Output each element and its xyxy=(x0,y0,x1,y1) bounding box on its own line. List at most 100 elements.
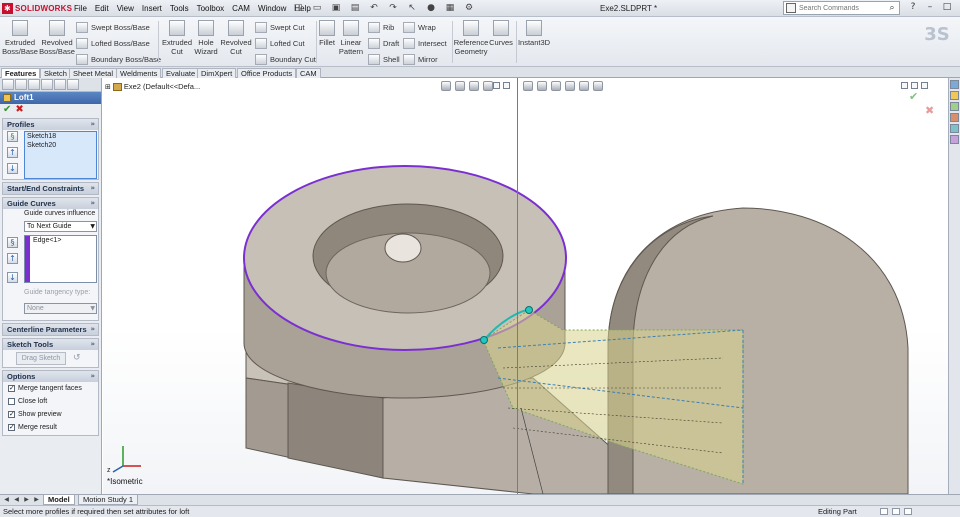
show-preview-checkbox[interactable]: ✓ xyxy=(8,411,15,418)
extruded-boss-button[interactable]: Extruded Boss/Base xyxy=(0,20,40,56)
move-up-icon[interactable]: ↑ xyxy=(7,147,18,158)
collapse-chevron-icon[interactable]: » xyxy=(90,198,95,209)
collapse-chevron-icon[interactable]: » xyxy=(90,371,95,382)
part-model-scene[interactable] xyxy=(103,78,948,494)
units-icon[interactable] xyxy=(892,508,900,515)
menu-tools[interactable]: Tools xyxy=(166,2,193,15)
guide-curves-selection-list[interactable]: Edge<1> xyxy=(24,235,97,283)
undo-icon[interactable]: ↶ xyxy=(366,2,382,14)
centerline-heading[interactable]: Centerline Parameters » xyxy=(3,324,98,335)
help-status-icon[interactable] xyxy=(904,508,912,515)
filter-icon[interactable] xyxy=(67,79,79,90)
close-loft-checkbox[interactable] xyxy=(8,398,15,405)
section-view-icon[interactable] xyxy=(483,81,493,91)
undo-sketch-icon[interactable]: ↺ xyxy=(73,353,81,363)
solidworks-resources-icon[interactable] xyxy=(950,80,959,89)
previous-view-icon[interactable] xyxy=(469,81,479,91)
first-tab-arrow-icon[interactable]: ◀ xyxy=(2,496,11,504)
open-folder-icon[interactable]: ▭ xyxy=(309,2,325,14)
menu-toolbox[interactable]: Toolbox xyxy=(193,2,229,15)
next-tab-arrow-icon[interactable]: ▶ xyxy=(22,496,31,504)
custom-properties-icon[interactable] xyxy=(950,135,959,144)
search-scope-icon[interactable] xyxy=(786,3,796,13)
menu-file[interactable]: File xyxy=(70,2,91,15)
merge-tangent-faces-row[interactable]: ✓ Merge tangent faces xyxy=(3,382,98,395)
prev-tab-arrow-icon[interactable]: ◀ xyxy=(12,496,21,504)
options-gear-icon[interactable]: ⚙ xyxy=(461,2,477,14)
tab-sketch[interactable]: Sketch xyxy=(40,68,71,78)
cancel-x-icon[interactable]: ✖ xyxy=(15,104,23,116)
view-orientation-icon[interactable] xyxy=(523,81,533,91)
tab-model[interactable]: Model xyxy=(43,495,75,505)
feature-tree-tab-icon[interactable] xyxy=(2,79,14,90)
menu-edit[interactable]: Edit xyxy=(91,2,113,15)
view-settings-icon[interactable] xyxy=(593,81,603,91)
lofted-cut-button[interactable]: Lofted Cut xyxy=(255,36,305,50)
ok-check-icon[interactable]: ✔ xyxy=(3,104,11,116)
search-input[interactable] xyxy=(799,4,879,12)
boundary-cut-button[interactable]: Boundary Cut xyxy=(255,52,316,66)
minimize-icon[interactable]: – xyxy=(923,1,937,13)
display-style-icon[interactable] xyxy=(537,81,547,91)
move-down-icon[interactable]: ↓ xyxy=(7,163,18,174)
apply-scene-icon[interactable] xyxy=(579,81,589,91)
menu-insert[interactable]: Insert xyxy=(138,2,166,15)
tab-sheet-metal[interactable]: Sheet Metal xyxy=(69,68,118,78)
options-heading[interactable]: Options » xyxy=(3,371,98,382)
last-tab-arrow-icon[interactable]: ▶ xyxy=(32,496,41,504)
list-item[interactable]: Sketch18 xyxy=(25,132,96,141)
expand-chevron-icon[interactable]: » xyxy=(90,324,95,335)
rib-button[interactable]: Rib xyxy=(368,20,394,34)
list-item[interactable]: Sketch20 xyxy=(25,141,96,150)
linear-pattern-button[interactable]: Linear Pattern xyxy=(332,20,370,56)
restore-icon[interactable] xyxy=(493,82,500,89)
guide-endpoint-handle[interactable] xyxy=(525,306,533,314)
help-icon[interactable]: ? xyxy=(906,1,920,13)
revolved-boss-button[interactable]: Revolved Boss/Base xyxy=(37,20,77,56)
design-library-icon[interactable] xyxy=(950,91,959,100)
swept-cut-button[interactable]: Swept Cut xyxy=(255,20,305,34)
search-commands-box[interactable]: ⌕ xyxy=(783,1,900,15)
close-loft-row[interactable]: Close loft xyxy=(3,395,98,408)
boundary-boss-button[interactable]: Boundary Boss/Base xyxy=(76,52,161,66)
flyout-feature-tree[interactable]: ⊞ Exe2 (Default<<Defa... xyxy=(105,82,200,91)
search-icon[interactable]: ⌕ xyxy=(886,3,898,13)
menu-cam[interactable]: CAM xyxy=(228,2,254,15)
file-properties-icon[interactable]: ▦ xyxy=(442,2,458,14)
show-preview-row[interactable]: ✓ Show preview xyxy=(3,408,98,421)
hide-show-items-icon[interactable] xyxy=(551,81,561,91)
view-palette-icon[interactable] xyxy=(950,113,959,122)
sketch-tools-heading[interactable]: Sketch Tools » xyxy=(3,339,98,350)
profiles-selection-list[interactable]: Sketch18 Sketch20 xyxy=(24,131,97,179)
through-hole[interactable] xyxy=(384,233,422,263)
swept-boss-button[interactable]: Swept Boss/Base xyxy=(76,20,150,34)
profiles-heading[interactable]: Profiles » xyxy=(3,119,98,130)
revolved-cut-button[interactable]: Revolved Cut xyxy=(216,20,256,56)
app-logo[interactable]: ✱ SOLIDWORKS xyxy=(2,2,72,15)
edit-appearance-icon[interactable] xyxy=(565,81,575,91)
tab-cam[interactable]: CAM xyxy=(296,68,321,78)
guide-curves-heading[interactable]: Guide Curves » xyxy=(3,198,98,209)
intersect-button[interactable]: Intersect xyxy=(403,36,447,50)
guide-tangency-dropdown[interactable]: None ▼ xyxy=(24,303,97,314)
confirm-check-icon[interactable]: ✔ xyxy=(909,90,939,104)
merge-result-checkbox[interactable]: ✓ xyxy=(8,424,15,431)
save-icon[interactable]: ▣ xyxy=(328,2,344,14)
close-view-icon[interactable] xyxy=(921,82,928,89)
tab-weldments[interactable]: Weldments xyxy=(116,68,162,78)
tab-features[interactable]: Features xyxy=(1,68,41,78)
zoom-to-area-icon[interactable] xyxy=(455,81,465,91)
dimxpert-manager-tab-icon[interactable] xyxy=(41,79,53,90)
new-document-icon[interactable]: □ xyxy=(290,2,306,14)
viewport-split-line[interactable] xyxy=(517,78,518,494)
property-manager-tab-icon[interactable] xyxy=(15,79,27,90)
rebuild-icon[interactable]: ● xyxy=(423,2,439,14)
lofted-boss-button[interactable]: Lofted Boss/Base xyxy=(76,36,150,50)
curves-button[interactable]: Curves xyxy=(485,20,517,47)
close-view-icon[interactable] xyxy=(503,82,510,89)
shell-button[interactable]: Shell xyxy=(368,52,400,66)
guide-endpoint-handle[interactable] xyxy=(480,336,488,344)
mirror-button[interactable]: Mirror xyxy=(403,52,438,66)
base-slot-face[interactable] xyxy=(287,382,384,479)
minimize-view-icon[interactable] xyxy=(901,82,908,89)
